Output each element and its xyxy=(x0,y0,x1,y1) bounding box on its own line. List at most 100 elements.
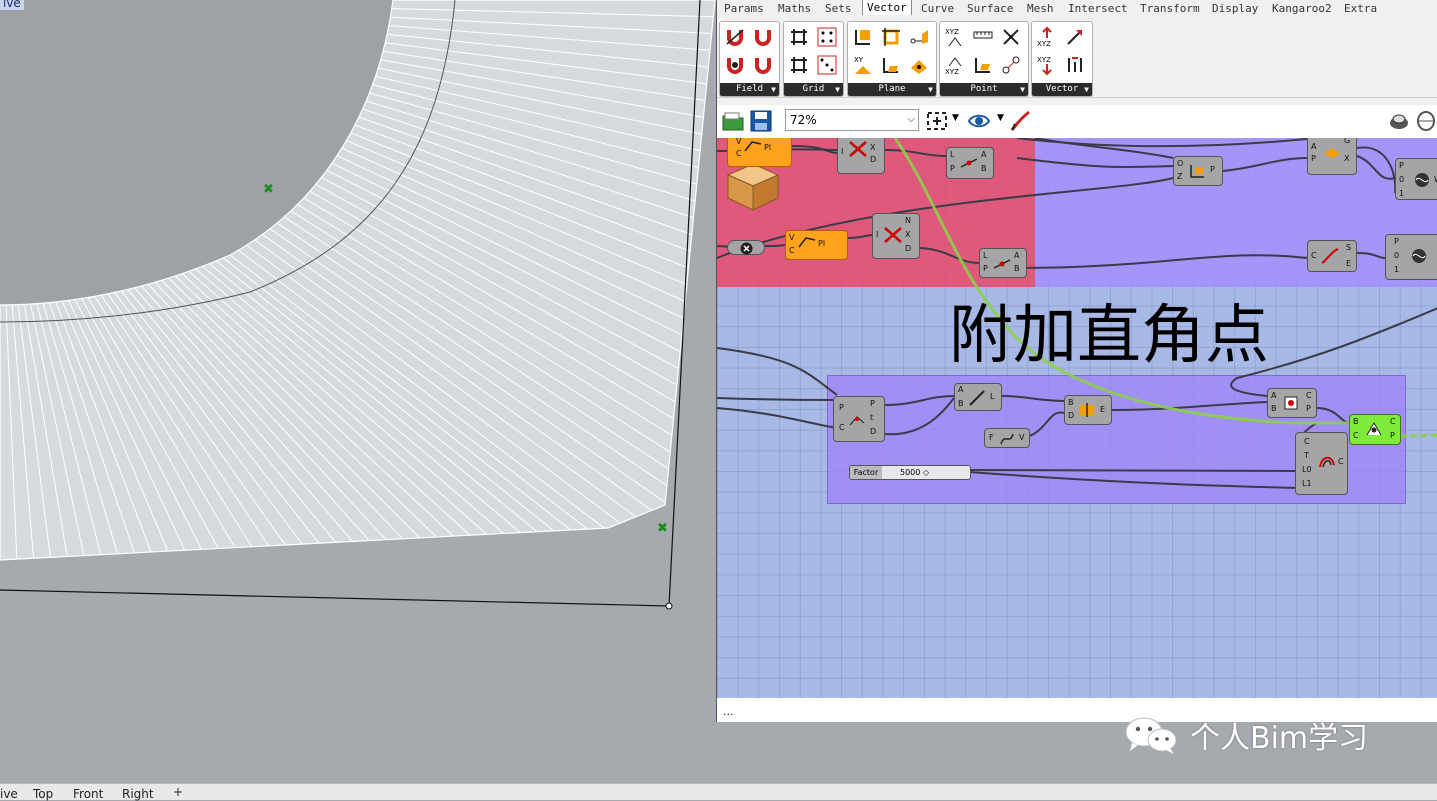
component-tween-curve[interactable]: C T L0 L1 C xyxy=(1295,432,1348,495)
svg-text:XY: XY xyxy=(854,56,864,64)
chevron-down-icon: ⌵ xyxy=(907,114,915,125)
vector-amplitude-icon[interactable] xyxy=(1064,54,1086,76)
component-tab-bar: Params Maths Sets Vector Curve Surface M… xyxy=(717,0,1437,17)
panel-label[interactable]: Field ▼ xyxy=(720,83,779,96)
wireframe-mode-icon[interactable] xyxy=(1414,110,1437,132)
component-end-points[interactable]: C S E xyxy=(1307,240,1357,272)
grid-dots-icon[interactable] xyxy=(816,54,838,76)
plane-origin-icon[interactable] xyxy=(908,26,930,48)
weave-icon xyxy=(1415,173,1429,187)
panel-grid: Grid ▼ xyxy=(783,21,844,97)
tab-maths[interactable]: Maths xyxy=(778,2,811,15)
ruler-icon[interactable] xyxy=(972,26,994,48)
tab-intersect[interactable]: Intersect xyxy=(1068,2,1128,15)
point-cloud-icon[interactable] xyxy=(1000,26,1022,48)
tab-sets[interactable]: Sets xyxy=(825,2,852,15)
rhino-viewport[interactable]: ✖ ✖ ive xyxy=(0,0,716,783)
panel-vector: XYZ XYZ Vector ▼ xyxy=(1031,21,1093,97)
tab-kangaroo2[interactable]: Kangaroo2 xyxy=(1272,2,1332,15)
component-negative-1[interactable] xyxy=(727,240,765,255)
panel-label[interactable]: Grid ▼ xyxy=(784,83,843,96)
canvas-annotation-title: 附加直角点 xyxy=(949,299,1269,373)
tab-vector[interactable]: Vector xyxy=(862,0,912,15)
grid-icon[interactable] xyxy=(788,54,810,76)
intersect-x-icon xyxy=(849,141,867,157)
component-line[interactable]: A B L xyxy=(954,383,1002,411)
svg-text:XYZ: XYZ xyxy=(945,68,959,76)
sketch-pen-icon[interactable] xyxy=(1009,110,1033,132)
zoom-value: 72% xyxy=(790,113,817,127)
panel-point: XYZ XYZ Point ▼ xyxy=(939,21,1029,97)
magnet-icon[interactable] xyxy=(724,26,746,48)
curve-endpoints-icon xyxy=(1321,248,1339,264)
panel-label[interactable]: Vector ▼ xyxy=(1032,83,1092,96)
save-icon[interactable] xyxy=(749,110,773,132)
component-perp-frame[interactable]: A B C P xyxy=(1267,388,1317,418)
grid-dots-icon[interactable] xyxy=(816,26,838,48)
slider-value[interactable]: 5000 ◇ xyxy=(900,466,929,479)
watermark: 个人Bim学习 xyxy=(1124,710,1368,760)
grasshopper-window: Params Maths Sets Vector Curve Surface M… xyxy=(716,0,1437,722)
viewport-name-label[interactable]: ive xyxy=(0,0,24,10)
component-weave-2[interactable]: P 0 1 xyxy=(1385,234,1437,280)
tween-curve-icon xyxy=(1319,456,1335,468)
component-ribbon: Field ▼ Grid ▼ XY Plane ▼ XYZ XYZ Point … xyxy=(717,17,1437,98)
slider-label: Factor xyxy=(850,466,882,479)
closest-point-icon[interactable] xyxy=(1000,54,1022,76)
tab-curve[interactable]: Curve xyxy=(921,2,954,15)
zoom-extents-icon[interactable] xyxy=(925,110,949,132)
display-mode-icon[interactable] xyxy=(1387,110,1411,132)
component-line-pt-2[interactable]: L P A B xyxy=(979,248,1027,278)
closest-point-icon xyxy=(993,259,1011,269)
component-extend[interactable]: B D E xyxy=(1064,395,1112,425)
plane-icon[interactable] xyxy=(852,26,874,48)
tab-extra[interactable]: Extra xyxy=(1344,2,1377,15)
tab-params[interactable]: Params xyxy=(724,2,764,15)
plane-xy-icon[interactable]: XY xyxy=(852,54,874,76)
close-circle-icon xyxy=(740,242,753,255)
tab-surface[interactable]: Surface xyxy=(967,2,1013,15)
component-selected-green[interactable]: B C C P xyxy=(1349,414,1401,445)
vector-xyz-icon[interactable]: XYZ xyxy=(1036,26,1058,48)
grid-icon[interactable] xyxy=(788,26,810,48)
line-icon xyxy=(969,390,985,406)
vector-arrow-icon[interactable] xyxy=(1064,26,1086,48)
component-line-pt-1[interactable]: L P A B xyxy=(946,147,994,179)
svg-text:XYZ: XYZ xyxy=(945,28,959,36)
point-on-plane-icon[interactable] xyxy=(972,54,994,76)
magnet-icon[interactable] xyxy=(752,54,774,76)
tab-transform[interactable]: Transform xyxy=(1140,2,1200,15)
component-weave-1[interactable]: P 0 1 W xyxy=(1395,158,1437,200)
vector-xyz-icon[interactable]: XYZ xyxy=(1036,54,1058,76)
magnet-icon[interactable] xyxy=(724,54,746,76)
viewport-geometry: ✖ ✖ xyxy=(0,0,716,610)
component-sine[interactable]: F V xyxy=(984,428,1030,448)
watermark-text: 个人Bim学习 xyxy=(1190,721,1369,756)
plane-icon[interactable] xyxy=(880,26,902,48)
preview-eye-icon[interactable] xyxy=(967,110,991,132)
component-intersect-2[interactable]: I N X D xyxy=(872,213,920,259)
component-plane-rotate-1[interactable]: A P G X xyxy=(1307,138,1357,175)
zoom-dropdown[interactable]: 72% ⌵ xyxy=(785,109,919,131)
component-plane-origin-1[interactable]: O Z P xyxy=(1173,156,1223,186)
panel-label[interactable]: Point ▼ xyxy=(940,83,1028,96)
component-plane-orange-2[interactable]: V C Pl xyxy=(785,230,848,260)
grasshopper-canvas[interactable]: 附加直角点 V C Pl I X D L P A B O Z P A P G X… xyxy=(717,138,1437,698)
add-view-tab-icon[interactable]: + xyxy=(173,785,183,799)
point-on-curve-icon xyxy=(1366,422,1382,436)
plane-rotate-icon[interactable] xyxy=(908,54,930,76)
component-intersect-1[interactable]: I X D xyxy=(837,138,885,174)
chevron-down-icon[interactable]: ▼ xyxy=(997,113,1004,123)
magnet-icon[interactable] xyxy=(752,26,774,48)
tab-mesh[interactable]: Mesh xyxy=(1027,2,1054,15)
component-plane-orange-1[interactable]: V C Pl xyxy=(727,138,792,167)
component-curve-closest-point[interactable]: P C P t D xyxy=(833,396,885,442)
point-xyz-icon[interactable]: XYZ xyxy=(944,54,966,76)
plane-normal-icon[interactable] xyxy=(880,54,902,76)
chevron-down-icon[interactable]: ▼ xyxy=(952,113,959,123)
open-file-icon[interactable] xyxy=(721,110,745,132)
point-xyz-icon[interactable]: XYZ xyxy=(944,26,966,48)
number-slider-factor[interactable]: Factor 5000 ◇ xyxy=(849,465,971,480)
panel-label[interactable]: Plane ▼ xyxy=(848,83,936,96)
tab-display[interactable]: Display xyxy=(1212,2,1258,15)
